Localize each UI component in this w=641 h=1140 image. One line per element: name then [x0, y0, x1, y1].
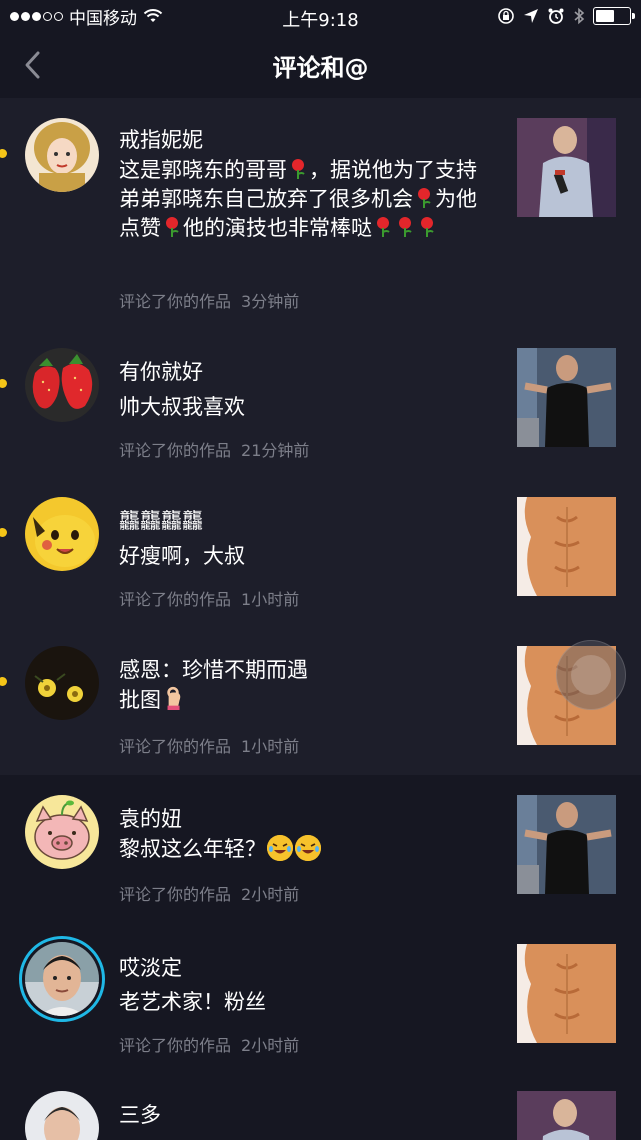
- list-item[interactable]: 三多: [0, 1073, 641, 1140]
- comment-text: 批图: [119, 686, 489, 715]
- user-name[interactable]: 袁的妞: [119, 805, 182, 833]
- location-icon: [524, 9, 538, 23]
- nav-bar: 评论和@: [0, 32, 641, 98]
- user-name[interactable]: 戒指妮妮: [119, 126, 203, 154]
- list-item[interactable]: 戒指妮妮 这是郭晓东的哥哥 ，据说他为了支持弟弟郭晓东自己放弃了很多机会 为他点赞他…: [0, 98, 641, 311]
- rose-icon: [421, 217, 434, 237]
- list-item[interactable]: 袁的妞 黎叔这么年轻？ 评论了你的作品 2小时前: [0, 775, 641, 923]
- comment-meta: 评论了你的作品 2小时前: [119, 1036, 300, 1055]
- user-name[interactable]: 三多: [119, 1101, 161, 1129]
- unread-indicator: [0, 379, 7, 388]
- laughing-face-icon: [267, 835, 293, 861]
- avatar[interactable]: [25, 1091, 99, 1140]
- avatar[interactable]: [19, 936, 105, 1022]
- rose-icon: [418, 188, 431, 208]
- avatar[interactable]: [25, 497, 99, 571]
- rose-icon: [292, 159, 305, 179]
- list-item[interactable]: 感恩：珍惜不期而遇 批图 评论了你的作品 1小时前: [0, 626, 641, 774]
- unread-indicator: [0, 677, 7, 686]
- chevron-left-icon: [25, 51, 40, 79]
- avatar[interactable]: [25, 646, 99, 720]
- unread-indicator: [0, 149, 7, 158]
- video-thumbnail[interactable]: [517, 795, 616, 894]
- video-thumbnail[interactable]: [517, 497, 616, 596]
- user-name[interactable]: 感恩：珍惜不期而遇: [119, 656, 308, 684]
- user-name[interactable]: 哎淡定: [119, 954, 182, 982]
- battery-icon: [593, 7, 635, 25]
- orientation-lock-icon: [498, 8, 514, 24]
- comment-meta: 评论了你的作品 1小时前: [119, 590, 300, 609]
- comment-meta: 评论了你的作品 2小时前: [119, 885, 300, 904]
- ok-hand-icon: [167, 686, 181, 710]
- comment-meta: 评论了你的作品 1小时前: [119, 737, 300, 756]
- list-item[interactable]: 哎淡定 老艺术家！粉丝 评论了你的作品 2小时前: [0, 924, 641, 1072]
- back-button[interactable]: [22, 50, 52, 80]
- rose-icon: [377, 217, 390, 237]
- comment-meta: 评论了你的作品 21分钟前: [119, 441, 310, 460]
- user-name[interactable]: 龘龘龘龘: [119, 507, 203, 535]
- video-thumbnail[interactable]: [517, 348, 616, 447]
- rose-icon: [399, 217, 412, 237]
- comment-text: 好瘦啊，大叔: [119, 544, 245, 568]
- comment-meta: 评论了你的作品 3分钟前: [119, 292, 300, 311]
- status-bar-right: [497, 7, 635, 25]
- avatar[interactable]: [25, 118, 99, 192]
- bluetooth-icon: [574, 7, 585, 25]
- unread-indicator: [0, 528, 7, 537]
- list-item[interactable]: 有你就好 帅大叔我喜欢 评论了你的作品 21分钟前: [0, 328, 641, 476]
- alarm-icon: [548, 8, 564, 24]
- assistive-touch-button[interactable]: [556, 640, 626, 710]
- comment-text: 黎叔这么年轻？: [119, 835, 489, 864]
- comment-text: 老艺术家！粉丝: [119, 990, 266, 1014]
- avatar[interactable]: [25, 348, 99, 422]
- video-thumbnail[interactable]: [517, 1091, 616, 1140]
- page-title: 评论和@: [272, 53, 369, 82]
- video-thumbnail[interactable]: [517, 118, 616, 217]
- rose-icon: [166, 217, 179, 237]
- comment-text: 帅大叔我喜欢: [119, 395, 245, 419]
- laughing-face-icon: [295, 835, 321, 861]
- status-bar: 中国移动 上午9:18: [0, 0, 641, 32]
- video-thumbnail[interactable]: [517, 944, 616, 1043]
- user-name[interactable]: 有你就好: [119, 358, 203, 386]
- avatar[interactable]: [25, 795, 99, 869]
- list-item[interactable]: 龘龘龘龘 好瘦啊，大叔 评论了你的作品 1小时前: [0, 477, 641, 625]
- comment-text: 这是郭晓东的哥哥 ，据说他为了支持弟弟郭晓东自己放弃了很多机会 为他点赞 他的演技也非…: [119, 158, 477, 240]
